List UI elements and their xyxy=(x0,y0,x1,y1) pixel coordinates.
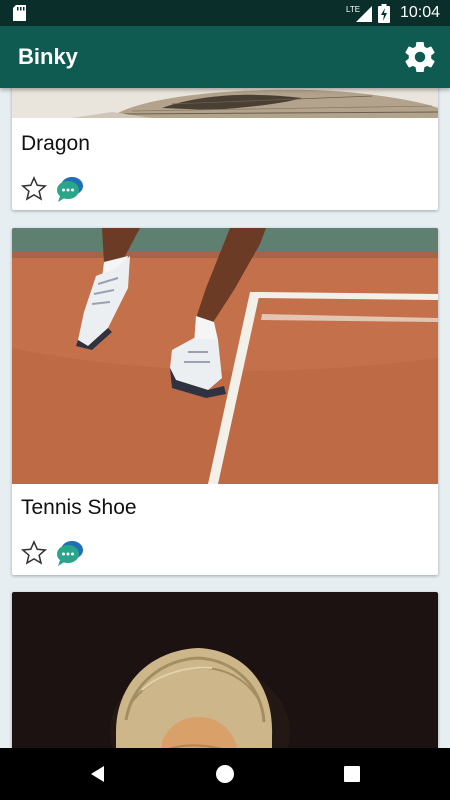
status-time: 10:04 xyxy=(399,4,440,21)
network-type-label: LTE xyxy=(346,5,360,14)
card-feed[interactable]: Dragon Tennis Shoe xyxy=(0,88,450,748)
card-tennis-shoe[interactable]: Tennis Shoe xyxy=(12,228,438,575)
card-actions xyxy=(20,175,84,203)
card-title: Dragon xyxy=(21,132,90,155)
card-actions xyxy=(20,539,84,567)
card-image-tennis-shoe xyxy=(12,228,438,484)
card-title: Tennis Shoe xyxy=(21,496,137,519)
status-bar: LTE 10:04 xyxy=(0,0,450,26)
app-bar: Binky xyxy=(0,26,450,88)
system-nav-bar xyxy=(0,748,450,800)
star-icon[interactable] xyxy=(20,175,48,203)
card-dragon[interactable]: Dragon xyxy=(12,88,438,210)
sd-card-icon xyxy=(13,5,26,21)
card-portrait[interactable] xyxy=(12,592,438,748)
battery-charging-icon xyxy=(377,3,390,23)
chat-bubbles-icon[interactable] xyxy=(56,175,84,203)
card-image-dragon xyxy=(12,88,438,118)
card-image-portrait xyxy=(12,592,438,748)
back-icon[interactable] xyxy=(86,762,110,786)
gear-icon[interactable] xyxy=(402,39,438,75)
app-title: Binky xyxy=(18,44,78,69)
star-icon[interactable] xyxy=(20,539,48,567)
recents-icon[interactable] xyxy=(340,762,364,786)
home-icon[interactable] xyxy=(213,762,237,786)
signal-icon: LTE xyxy=(346,5,372,22)
chat-bubbles-icon[interactable] xyxy=(56,539,84,567)
